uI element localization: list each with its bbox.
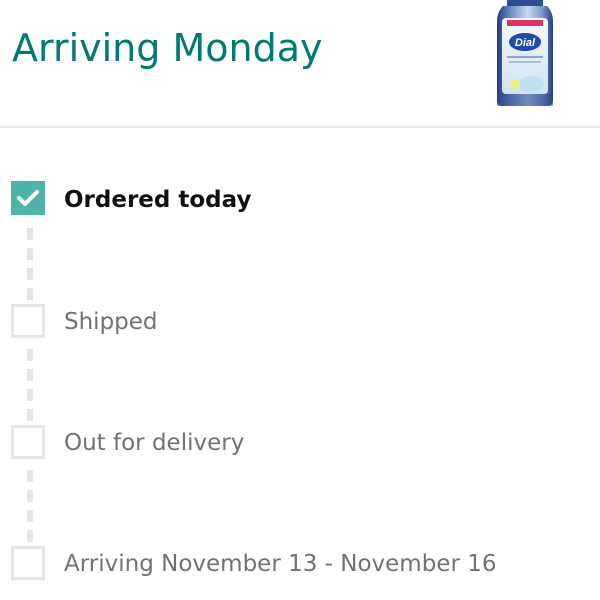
step-out-for-delivery-label: Out for delivery	[64, 430, 245, 456]
shipment-progress: Ordered today Shipped Out for delivery A…	[0, 0, 600, 600]
progress-connector	[27, 349, 39, 421]
step-ordered-checkbox	[11, 181, 45, 215]
step-arriving-label: Arriving November 13 - November 16	[64, 551, 497, 577]
progress-connector	[27, 470, 39, 542]
step-ordered-label: Ordered today	[64, 187, 252, 213]
delivery-tracker-page: Arriving Monday Dial Ordered today Shipp…	[0, 0, 600, 600]
step-shipped-checkbox	[11, 304, 45, 338]
step-arriving-checkbox	[11, 546, 45, 580]
step-out-for-delivery-checkbox	[11, 425, 45, 459]
checkmark-icon	[17, 190, 39, 206]
step-shipped-label: Shipped	[64, 309, 158, 335]
progress-connector	[27, 228, 39, 300]
